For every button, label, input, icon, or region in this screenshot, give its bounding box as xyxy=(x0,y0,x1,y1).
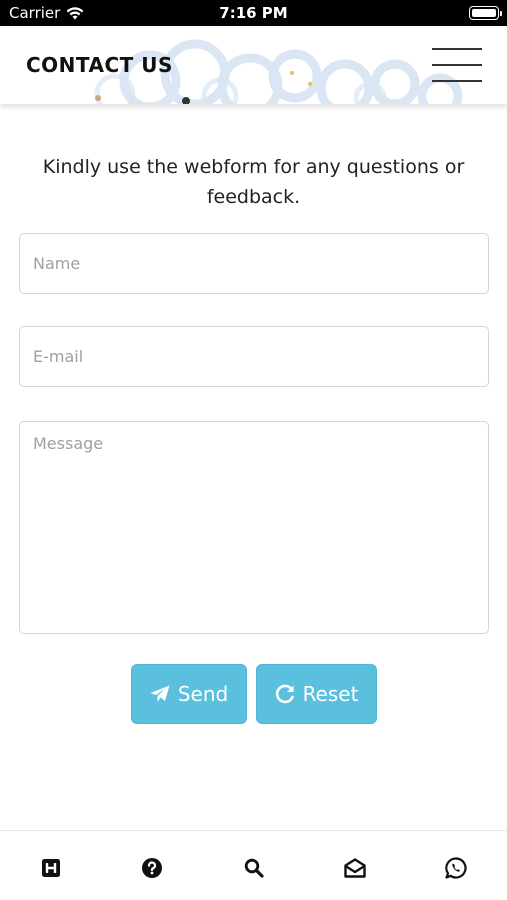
tab-home[interactable] xyxy=(39,856,63,880)
home-h-icon xyxy=(42,859,60,877)
battery-icon xyxy=(469,6,502,20)
bottom-tab-bar xyxy=(0,830,507,900)
email-field[interactable] xyxy=(19,326,489,387)
send-button[interactable]: Send xyxy=(131,664,247,724)
question-circle-icon xyxy=(142,858,162,878)
intro-text: Kindly use the webform for any questions… xyxy=(42,156,465,208)
search-icon xyxy=(244,858,264,878)
tab-help[interactable] xyxy=(140,856,164,880)
menu-bar-top xyxy=(432,48,482,50)
menu-bar-bottom xyxy=(432,80,482,82)
tab-mail[interactable] xyxy=(343,856,367,880)
reset-label: Reset xyxy=(302,682,359,706)
menu-bar-middle xyxy=(432,64,482,66)
page-title: CONTACT US xyxy=(26,53,173,77)
hamburger-menu-icon[interactable] xyxy=(432,48,482,84)
whatsapp-icon xyxy=(445,857,467,879)
redo-icon xyxy=(275,684,294,704)
reset-button[interactable]: Reset xyxy=(256,664,377,724)
send-label: Send xyxy=(177,682,229,706)
tab-search[interactable] xyxy=(242,856,266,880)
paper-plane-icon xyxy=(150,685,170,702)
envelope-open-icon xyxy=(344,858,366,878)
name-field[interactable] xyxy=(19,233,489,294)
status-time: 7:16 PM xyxy=(219,4,288,22)
status-bar: Carrier 7:16 PM xyxy=(0,0,507,26)
tab-whatsapp[interactable] xyxy=(444,856,468,880)
message-field[interactable] xyxy=(19,421,489,634)
header: CONTACT US xyxy=(0,26,507,104)
